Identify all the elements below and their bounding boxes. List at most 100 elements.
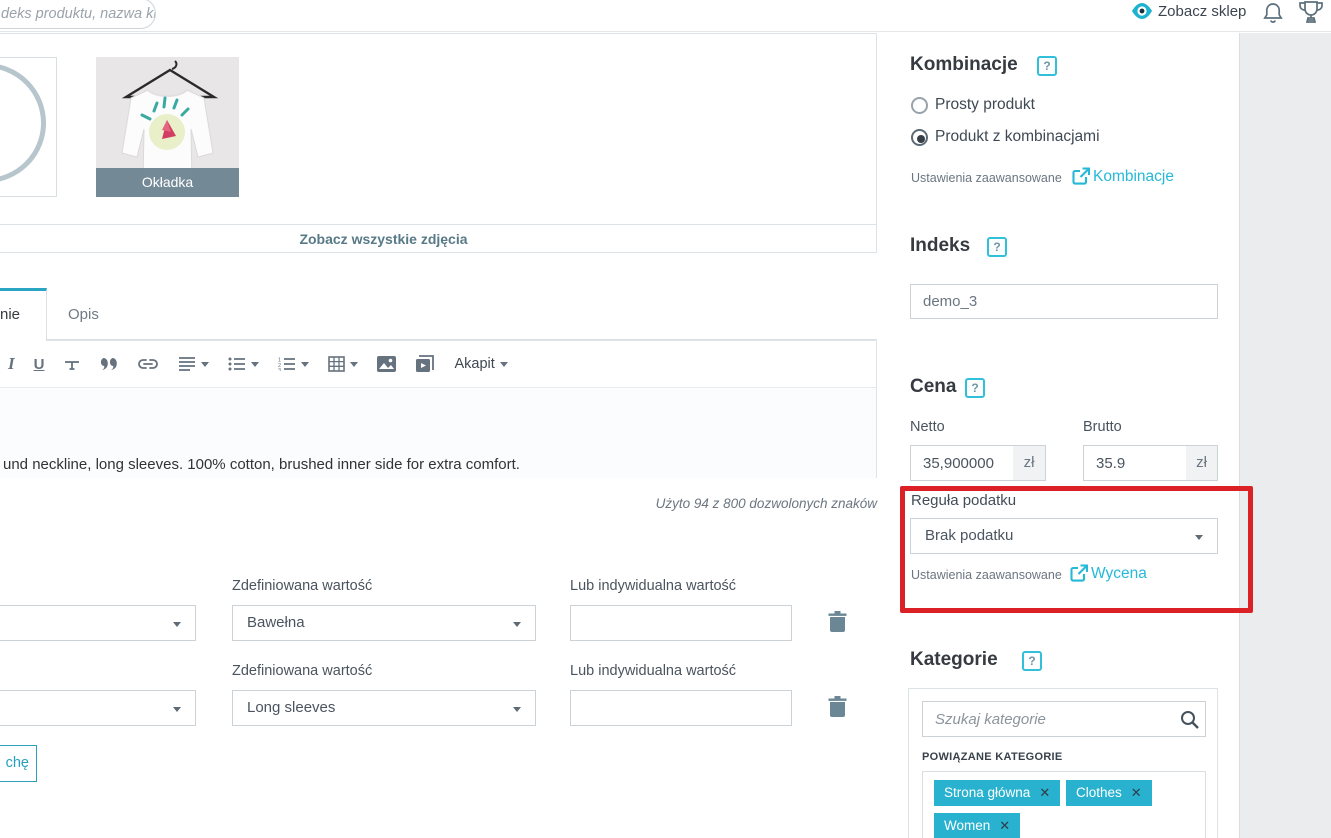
svg-text:3: 3 [278,368,281,371]
radio-simple-product-label: Prosty produkt [935,96,1035,113]
defined-value-label-2: Zdefiniowana wartość [232,663,373,679]
custom-value-label-2: Lub indywidualna wartość [570,663,737,679]
external-link-icon [1072,167,1090,185]
custom-value-input-2[interactable] [570,690,792,726]
editor-content-area[interactable]: und neckline, long sleeves. 100% cotton,… [0,389,876,478]
italic-button[interactable]: I [8,352,15,376]
chevron-down-icon [1195,535,1203,540]
reference-input[interactable] [910,284,1218,319]
chevron-down-icon [173,707,181,712]
editor-text: und neckline, long sleeves. 100% cotton,… [3,456,520,473]
chevron-down-icon [513,707,521,712]
chevron-down-icon [173,622,181,627]
category-tag-label: Strona główna [944,785,1031,800]
chevron-down-icon [513,622,521,627]
net-price-input[interactable] [910,445,1014,481]
category-tag-label: Women [944,818,991,833]
price-title: Cena [910,376,957,397]
eye-icon [1132,3,1152,19]
reference-title: Indeks [910,235,971,256]
defined-value-select-1-text: Bawełna [247,614,305,631]
pricing-link[interactable]: Wycena [1091,565,1147,583]
tax-rule-label: Reguła podatku [911,492,1017,509]
attribute-select-1[interactable] [0,605,196,641]
placeholder-ring-icon [0,63,46,183]
align-button[interactable] [178,352,210,376]
price-help-icon[interactable]: ? [965,378,985,398]
cover-badge: Okładka [96,168,239,197]
radio-product-with-combinations-label: Produkt z kombinacjami [935,128,1100,145]
combinations-help-icon[interactable]: ? [1037,56,1057,76]
link-button[interactable] [137,352,159,376]
table-button[interactable] [328,352,359,376]
image-placeholder-tile[interactable] [0,57,57,197]
combinations-link[interactable]: Kombinacje [1093,168,1174,186]
view-all-images-row: Zobacz wszystkie zdjęcia [0,224,877,253]
global-search-input[interactable] [0,0,156,29]
categories-help-icon[interactable]: ? [1022,651,1042,671]
editor-toolbar: I U 123 Akapit [0,341,876,388]
page-background-strip [1239,33,1331,838]
category-tag: Women ✕ [934,813,1021,838]
radio-product-with-combinations[interactable] [911,129,928,146]
category-tag: Strona główna ✕ [934,780,1061,806]
attribute-select-2[interactable] [0,690,196,726]
combinations-advanced-label: Ustawienia zaawansowane [911,171,1062,185]
underline-button[interactable]: U [34,352,45,376]
defined-value-select-2-text: Long sleeves [247,699,336,716]
view-all-images-link[interactable]: Zobacz wszystkie zdjęcia [299,231,467,247]
paragraph-format-label: Akapit [454,356,495,372]
media-button[interactable] [415,352,435,376]
tab-description[interactable]: Opis [68,306,99,323]
paragraph-format-caret-icon [499,361,508,367]
search-icon[interactable] [1180,710,1199,729]
radio-simple-product[interactable] [911,97,928,114]
tab-active-join [0,339,46,341]
net-price-label: Netto [910,419,945,435]
reference-help-icon[interactable]: ? [987,237,1007,257]
remove-tag-icon[interactable]: ✕ [999,813,1010,838]
categories-title: Kategorie [910,649,998,670]
top-bar: Zobacz sklep [0,0,1331,32]
defined-value-select-2[interactable]: Long sleeves [232,690,536,726]
combinations-title: Kombinacje [910,54,1018,75]
paragraph-format-dropdown[interactable]: Akapit [454,352,508,376]
remove-tag-icon[interactable]: ✕ [1131,780,1142,806]
category-tag-label: Clothes [1076,785,1122,800]
tab-strip-underline [47,288,877,340]
product-edit-page: Zobacz sklep Okładka Zob [0,0,1331,838]
tax-rule-select-text: Brak podatku [925,527,1014,544]
cover-image-thumbnail[interactable]: Okładka [96,57,239,197]
character-counter: Użyto 94 z 800 dozwolonych znaków [655,496,877,511]
gross-price-input[interactable] [1083,445,1187,481]
net-currency-addon: zł [1013,445,1046,481]
gross-price-label: Brutto [1083,419,1122,435]
associated-categories-label: POWIĄZANE KATEGORIE [922,751,1063,763]
bullet-list-caret-icon [251,361,260,367]
delete-row-2-trash-icon[interactable] [828,696,847,718]
numbered-list-button[interactable]: 123 [278,352,310,376]
numbered-list-caret-icon [301,361,310,367]
defined-value-select-1[interactable]: Bawełna [232,605,536,641]
strikethrough-button[interactable] [63,352,81,376]
gross-currency-addon: zł [1186,445,1218,481]
defined-value-label-1: Zdefiniowana wartość [232,578,373,594]
description-editor: I U 123 Akapit und neckline, long sleeve… [0,340,877,478]
custom-value-input-1[interactable] [570,605,792,641]
blockquote-button[interactable] [100,352,118,376]
align-caret-icon [201,361,210,367]
category-search-input[interactable] [922,701,1206,737]
price-advanced-label: Ustawienia zaawansowane [911,568,1062,582]
bullet-list-button[interactable] [228,352,260,376]
notifications-bell-icon[interactable] [1263,2,1283,26]
tax-rule-select[interactable]: Brak podatku [910,518,1218,554]
custom-value-label-1: Lub indywidualna wartość [570,578,737,594]
image-button[interactable] [377,352,397,376]
remove-tag-icon[interactable]: ✕ [1039,780,1050,806]
tab-summary-label: nie [0,306,21,323]
table-caret-icon [350,361,359,367]
add-feature-button[interactable]: chę [0,745,37,782]
view-shop-link[interactable]: Zobacz sklep [1158,3,1246,20]
delete-row-1-trash-icon[interactable] [828,611,847,633]
trophy-icon[interactable] [1297,0,1325,26]
